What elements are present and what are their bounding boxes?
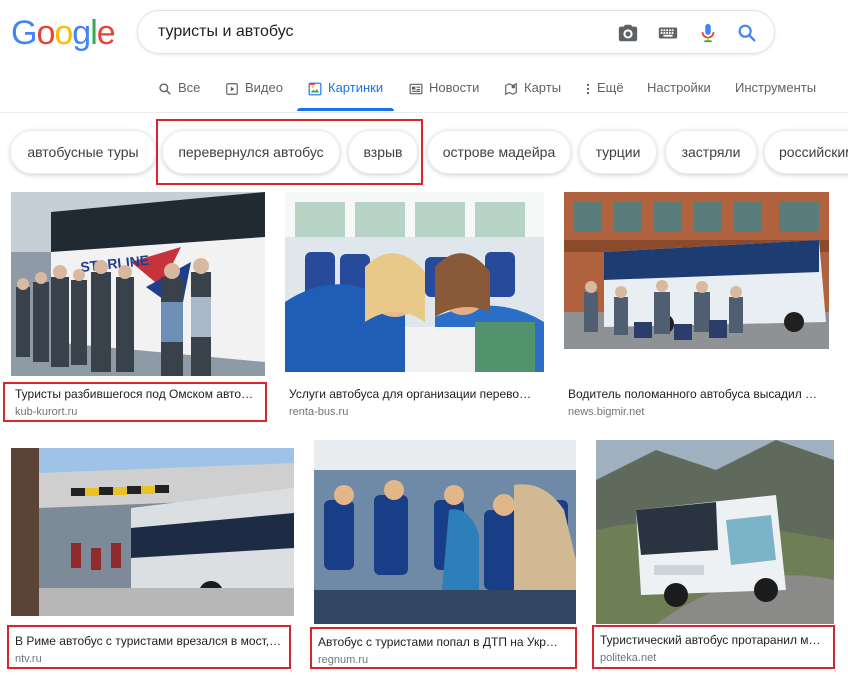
tab-images[interactable]: Картинки: [308, 80, 383, 108]
chip[interactable]: взрыв: [348, 130, 418, 174]
chip[interactable]: российским: [764, 130, 848, 174]
search-icon[interactable]: [736, 22, 758, 44]
camera-icon[interactable]: [617, 22, 639, 44]
search-box[interactable]: туристы и автобус: [137, 10, 775, 54]
result-thumbnail: STARLINE: [11, 192, 265, 376]
tab-label: Видео: [245, 80, 283, 95]
image-result[interactable]: В Риме автобус с туристами врезался в мо…: [11, 448, 294, 670]
logo-letter: G: [11, 14, 37, 52]
chip[interactable]: острове мадейра: [427, 130, 571, 174]
image-result[interactable]: Услуги автобуса для организации перево… …: [285, 192, 545, 422]
result-title[interactable]: Услуги автобуса для организации перево…: [289, 387, 541, 401]
tab-label: Картинки: [328, 80, 384, 95]
video-icon: [226, 83, 238, 95]
result-thumbnail: [596, 440, 834, 624]
logo-letter: o: [54, 14, 73, 52]
result-site[interactable]: politeka.net: [600, 652, 656, 664]
maps-icon: [505, 82, 517, 96]
chip[interactable]: турции: [579, 130, 657, 174]
result-thumbnail: [11, 448, 294, 616]
image-result[interactable]: Туристический автобус протаранил м… poli…: [596, 440, 834, 670]
image-result[interactable]: Водитель поломанного автобуса высадил … …: [564, 192, 834, 422]
result-title[interactable]: Автобус с туристами попал в ДТП на Укр…: [318, 635, 572, 649]
logo-letter: o: [36, 14, 55, 52]
result-thumbnail: [564, 192, 829, 349]
news-icon: [409, 83, 423, 95]
tab-all[interactable]: Все: [158, 80, 200, 108]
tab-label: Инструменты: [735, 80, 817, 95]
tab-news[interactable]: Новости: [409, 80, 479, 108]
tab-label: Настройки: [647, 80, 711, 95]
image-result[interactable]: Автобус с туристами попал в ДТП на Укр… …: [314, 440, 577, 670]
tab-more[interactable]: Ещё: [585, 80, 624, 108]
search-input[interactable]: туристы и автобус: [158, 23, 294, 41]
chip[interactable]: автобусные туры: [10, 130, 156, 174]
logo-letter: g: [72, 14, 91, 52]
tab-tools[interactable]: Инструменты: [735, 80, 816, 108]
result-title[interactable]: Водитель поломанного автобуса высадил …: [568, 387, 830, 401]
tab-video[interactable]: Видео: [225, 80, 283, 108]
result-title[interactable]: В Риме автобус с туристами врезался в мо…: [15, 634, 287, 648]
result-title[interactable]: Туристы разбившегося под Омском авто…: [15, 387, 260, 401]
result-title[interactable]: Туристический автобус протаранил м…: [600, 633, 830, 647]
result-site[interactable]: ntv.ru: [15, 653, 42, 665]
search-icon: [159, 83, 171, 95]
microphone-icon[interactable]: [697, 22, 719, 44]
result-thumbnail: [285, 192, 544, 372]
logo-letter: e: [96, 14, 116, 52]
tab-label: Новости: [429, 80, 480, 95]
result-site[interactable]: regnum.ru: [318, 654, 368, 666]
tab-settings[interactable]: Настройки: [647, 80, 711, 108]
result-site[interactable]: news.bigmir.net: [568, 406, 644, 418]
active-tab-indicator: [297, 108, 394, 111]
result-thumbnail: [314, 440, 576, 624]
images-icon: [308, 82, 322, 96]
chip[interactable]: перевернулся автобус: [162, 130, 340, 174]
tab-label: Все: [178, 80, 201, 95]
more-vert-icon: [586, 83, 590, 95]
google-logo[interactable]: Google: [11, 13, 116, 53]
search-tabs: Все Видео Картинки Новости Карты Ещё Нас…: [0, 72, 848, 113]
tab-label: Ещё: [597, 80, 624, 95]
result-site[interactable]: renta-bus.ru: [289, 406, 348, 418]
tab-maps[interactable]: Карты: [504, 80, 561, 108]
chip[interactable]: застряли: [665, 130, 757, 174]
image-result[interactable]: STARLINE Туристы разбившегося под Омском…: [11, 192, 266, 422]
keyboard-icon[interactable]: [657, 22, 679, 44]
result-site[interactable]: kub-kurort.ru: [15, 406, 77, 418]
tab-label: Карты: [524, 80, 562, 95]
